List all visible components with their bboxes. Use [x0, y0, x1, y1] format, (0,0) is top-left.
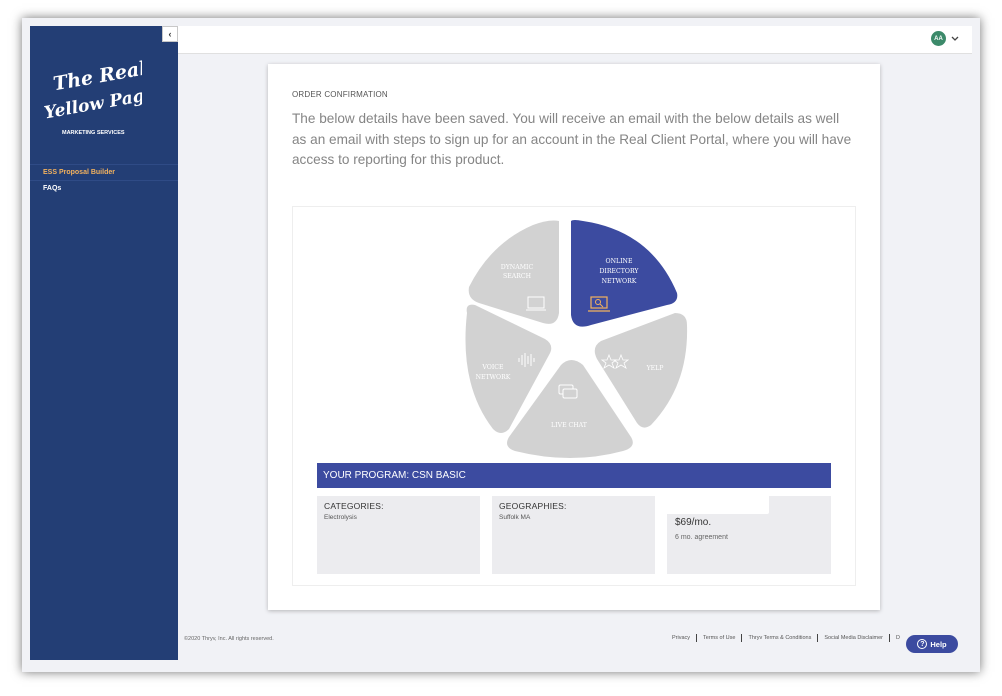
brand-logo: The Real Yellow Pages MARKETING SERVICES: [42, 56, 167, 142]
order-confirmation-card: ORDER CONFIRMATION The below details hav…: [268, 64, 880, 610]
footer-link-thryv-terms[interactable]: Thryv Terms & Conditions: [741, 634, 817, 642]
footer-link-terms-of-use[interactable]: Terms of Use: [696, 634, 741, 642]
wheel-label-voice: VOICE: [481, 364, 504, 371]
avatar[interactable]: AA: [931, 31, 946, 46]
agreement-term: 6 mo. agreement: [675, 534, 728, 541]
sidebar-item-ess-proposal-builder[interactable]: ESS Proposal Builder: [30, 164, 178, 181]
footer-links: Privacy Terms of Use Thryv Terms & Condi…: [666, 634, 906, 642]
logo-tagline: MARKETING SERVICES: [62, 130, 125, 136]
footer-link-truncated[interactable]: D: [889, 634, 906, 642]
wheel-label-yelp: YELP: [646, 365, 664, 372]
sidebar: The Real Yellow Pages MARKETING SERVICES…: [30, 26, 178, 660]
footer-link-privacy[interactable]: Privacy: [666, 634, 696, 642]
question-icon: ?: [917, 639, 928, 649]
wheel-segment-dynamic-search[interactable]: DYNAMIC SEARCH: [468, 220, 559, 324]
order-confirmation-label: ORDER CONFIRMATION: [292, 90, 388, 99]
categories-box: CATEGORIES: Electrolysis: [317, 496, 480, 574]
program-title-bar: YOUR PROGRAM: CSN BASIC: [317, 463, 831, 488]
sidebar-item-faqs[interactable]: FAQs: [30, 181, 178, 196]
wheel-segment-online-directory-network[interactable]: ONLINE DIRECTORY NETWORK: [571, 220, 678, 327]
wheel-label-dynamic: DYNAMIC: [501, 264, 534, 271]
collapse-sidebar-button[interactable]: ‹: [162, 26, 178, 42]
price-value: $69/mo.: [675, 517, 712, 528]
categories-value: Electrolysis: [324, 514, 357, 521]
copyright-text: ©2020 Thryv, Inc. All rights reserved.: [184, 636, 274, 642]
help-button[interactable]: ? Help: [906, 635, 958, 653]
help-label: Help: [930, 639, 947, 649]
app-window: The Real Yellow Pages MARKETING SERVICES…: [22, 18, 980, 672]
wheel-label-search: SEARCH: [503, 273, 532, 280]
chevron-left-icon: ‹: [168, 29, 172, 39]
confirmation-message: The below details have been saved. You w…: [292, 111, 852, 167]
footer-link-social-media-disclaimer[interactable]: Social Media Disclaimer: [817, 634, 889, 642]
sidebar-nav: ESS Proposal Builder FAQs: [30, 164, 178, 196]
product-wheel: DYNAMIC SEARCH ONLINE DIRECTORY NETWORK: [465, 220, 688, 458]
geographies-value: Suffolk MA: [499, 514, 531, 521]
wheel-label-live-chat: LIVE CHAT: [551, 422, 588, 429]
categories-label: CATEGORIES:: [324, 501, 384, 511]
wheel-label-online: ONLINE: [606, 258, 633, 265]
chevron-down-icon[interactable]: [950, 32, 960, 44]
program-summary: DYNAMIC SEARCH ONLINE DIRECTORY NETWORK: [292, 206, 856, 586]
top-bar: AA: [178, 26, 972, 54]
price-box-notch: [655, 492, 769, 514]
wheel-label-directory: DIRECTORY: [599, 268, 639, 275]
wheel-label-network: NETWORK: [602, 278, 637, 285]
wheel-label-voice-network: NETWORK: [476, 374, 511, 381]
geographies-box: GEOGRAPHIES: Suffolk MA: [492, 496, 655, 574]
geographies-label: GEOGRAPHIES:: [499, 501, 567, 511]
